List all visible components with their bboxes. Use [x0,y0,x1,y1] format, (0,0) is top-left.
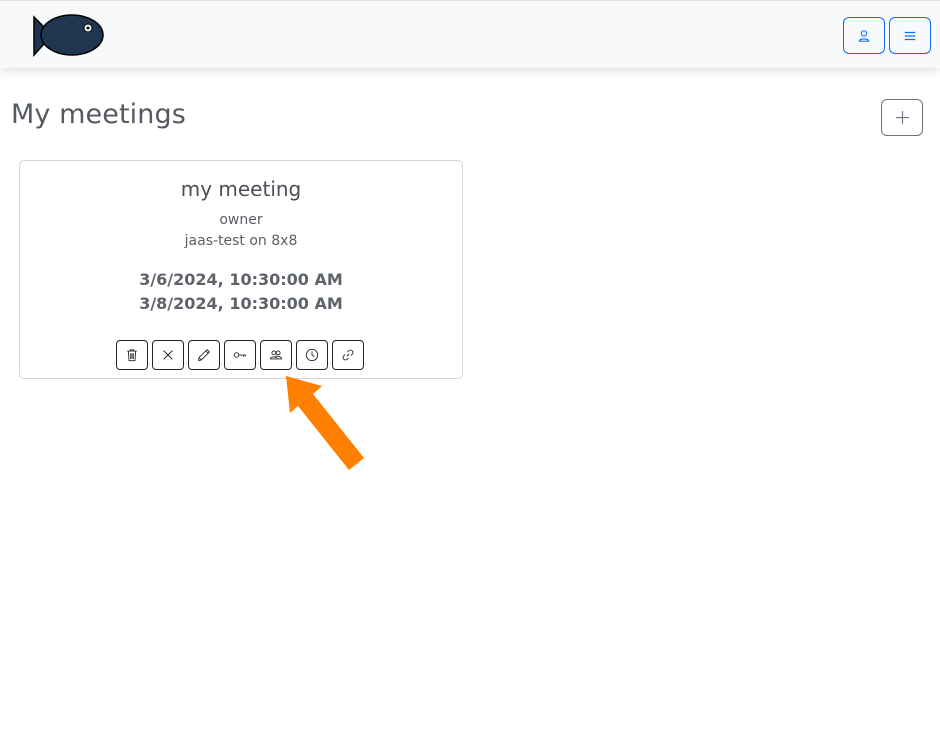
plus-icon [895,110,909,125]
close-icon [163,350,173,360]
navbar [0,0,940,68]
person-icon [858,29,870,42]
people-icon [269,350,283,360]
key-icon [233,352,247,358]
meeting-host: jaas-test on 8x8 [184,233,298,249]
clock-icon [305,348,319,362]
meeting-title: my meeting [180,177,302,201]
add-meeting-button[interactable] [881,99,923,136]
fish-logo-icon[interactable] [16,11,106,61]
copy-link-button[interactable] [332,340,364,370]
key-button[interactable] [224,340,256,370]
delete-button[interactable] [116,340,148,370]
meeting-actions [116,340,364,370]
pencil-icon [197,348,211,362]
menu-button[interactable] [889,17,931,54]
trash-icon [127,349,137,362]
meeting-start-date: 3/6/2024, 10:30:00 AM [139,270,343,289]
edit-button[interactable] [188,340,220,370]
schedule-button[interactable] [296,340,328,370]
page-title: My meetings [11,99,186,130]
meeting-card: my meeting owner jaas-test on 8x8 3/6/20… [19,160,463,379]
annotation-arrow-icon [286,376,364,470]
hamburger-menu-icon [904,31,916,40]
meeting-role: owner [219,212,263,228]
meeting-end-date: 3/8/2024, 10:30:00 AM [139,294,343,313]
user-button[interactable] [843,17,885,54]
link-icon [342,349,354,361]
cancel-button[interactable] [152,340,184,370]
participants-button[interactable] [260,340,292,370]
